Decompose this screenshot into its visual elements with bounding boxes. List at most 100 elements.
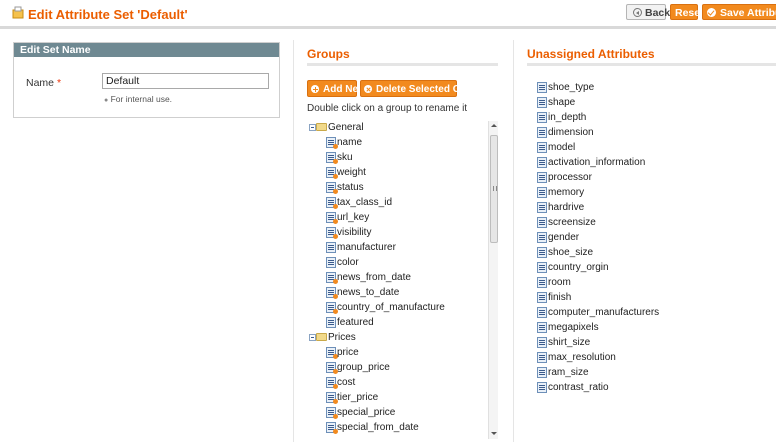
tree-attribute-label: group_price [337,362,390,373]
tree-attribute-label: status [337,182,364,193]
tree-attribute-label: visibility [337,227,372,238]
unassigned-attribute-label: room [548,277,571,288]
attribute-icon [537,157,547,168]
save-attribute-set-button[interactable]: Save Attribute Se [702,4,776,20]
delete-selected-group-button[interactable]: Delete Selected Group [360,80,483,97]
attribute-icon [326,377,338,389]
unassigned-attribute-label: shoe_size [548,247,594,258]
groups-heading-underline [307,63,498,66]
unassigned-attribute-label: shirt_size [548,337,591,348]
tree-attribute-label: news_to_date [337,287,400,298]
attribute-icon [326,392,338,404]
unassigned-attribute-label: model [548,142,576,153]
unassigned-attribute-label: screensize [548,217,596,228]
attribute-icon [537,247,547,258]
attribute-icon [537,262,547,273]
unassigned-attribute-label: contrast_ratio [548,382,609,393]
attribute-icon [326,302,338,314]
add-new-group-button[interactable]: Add New [307,80,366,97]
edit-set-name-heading: Edit Set Name [14,43,279,57]
unassigned-attribute-label: gender [548,232,580,243]
tree-attribute-label: sku [337,152,353,163]
scroll-thumb[interactable] [490,135,498,243]
tree-attribute-label: cost [337,377,356,388]
attribute-icon [326,257,336,268]
scroll-down-arrow-icon[interactable] [489,429,499,439]
attribute-icon [537,337,547,348]
tree-attribute-label: country_of_manufacture [337,302,445,313]
attribute-icon [537,82,547,93]
back-button[interactable]: Back [626,4,670,20]
column-divider [513,40,514,442]
attribute-icon [537,202,547,213]
checkmark-icon [707,8,716,17]
unassigned-attribute-label: dimension [548,127,594,138]
attribute-icon [537,352,547,363]
tree-attribute-label: manufacturer [337,242,396,253]
attribute-icon [326,227,338,239]
unassigned-attribute-label: computer_manufacturers [548,307,660,318]
attribute-icon [326,182,338,194]
attribute-icon [537,232,547,243]
attribute-icon [326,137,338,149]
unassigned-attribute-label: shape [548,97,576,108]
tree-attribute-label: tier_price [337,392,379,403]
plus-icon [311,85,319,93]
tree-attribute-label: name [337,137,363,148]
attribute-icon [537,97,547,108]
header-divider [0,26,776,29]
unassigned-attribute-label: megapixels [548,322,599,333]
unassigned-attribute-label: in_depth [548,112,587,123]
tree-group-label: General [328,122,364,133]
attribute-icon [326,317,336,328]
attribute-icon [326,287,338,299]
attribute-icon [537,382,547,393]
delete-group-label: Delete Selected Group [376,84,483,95]
attribute-icon [326,347,338,359]
collapse-icon[interactable] [309,124,316,131]
tree-attribute-label: weight [337,167,366,178]
tree-attribute-label: url_key [337,212,370,223]
tree-group-label: Prices [328,332,356,343]
tree-attribute-label: news_from_date [337,272,411,283]
name-note-text: For internal use. [110,94,173,104]
attribute-icon [326,422,338,434]
edit-set-name-panel: Edit Set Name Name * ● For internal use. [13,42,280,118]
set-name-input[interactable] [102,73,269,89]
attribute-icon [537,277,547,288]
unassigned-attribute-label: ram_size [548,367,589,378]
tree-attribute-label: featured [337,317,374,328]
tree-attribute-label: special_price [337,407,396,418]
groups-tree[interactable]: General name sku weight status tax_class_idur… [307,119,499,442]
attribute-icon [326,272,338,284]
unassigned-attribute-label: country_orgin [548,262,609,273]
tree-attribute-label: color [337,257,359,268]
delete-icon [364,85,372,93]
attribute-icon [537,322,547,333]
attribute-icon [326,362,338,374]
tree-attribute-label: special_from_date [337,422,419,433]
attribute-icon [537,127,547,138]
required-mark: * [56,77,62,89]
attribute-icon [326,152,338,164]
attribute-icon [326,167,338,179]
unassigned-attribute-label: memory [548,187,585,198]
attribute-icon [537,142,547,153]
unassigned-heading-underline [527,63,776,66]
save-button-label: Save Attribute Se [720,7,776,19]
attribute-icon [326,197,338,209]
groups-hint: Double click on a group to rename it [307,103,468,114]
unassigned-attribute-label: finish [548,292,572,303]
tree-attribute-label: tax_class_id [337,197,393,208]
attribute-icon [537,187,547,198]
unassigned-attribute-label: shoe_type [548,82,595,93]
scroll-up-arrow-icon[interactable] [489,121,499,131]
collapse-icon[interactable] [309,334,316,341]
name-note: ● For internal use. [104,94,172,104]
reset-button[interactable]: Reset [670,4,704,20]
unassigned-attributes-list[interactable]: shoe_type shape in_depth dimension model acti… [537,80,767,410]
tree-attribute-label: price [337,347,359,358]
back-button-label: Back [645,7,671,19]
attribute-icon [537,217,547,228]
tree-scrollbar[interactable] [488,121,498,439]
